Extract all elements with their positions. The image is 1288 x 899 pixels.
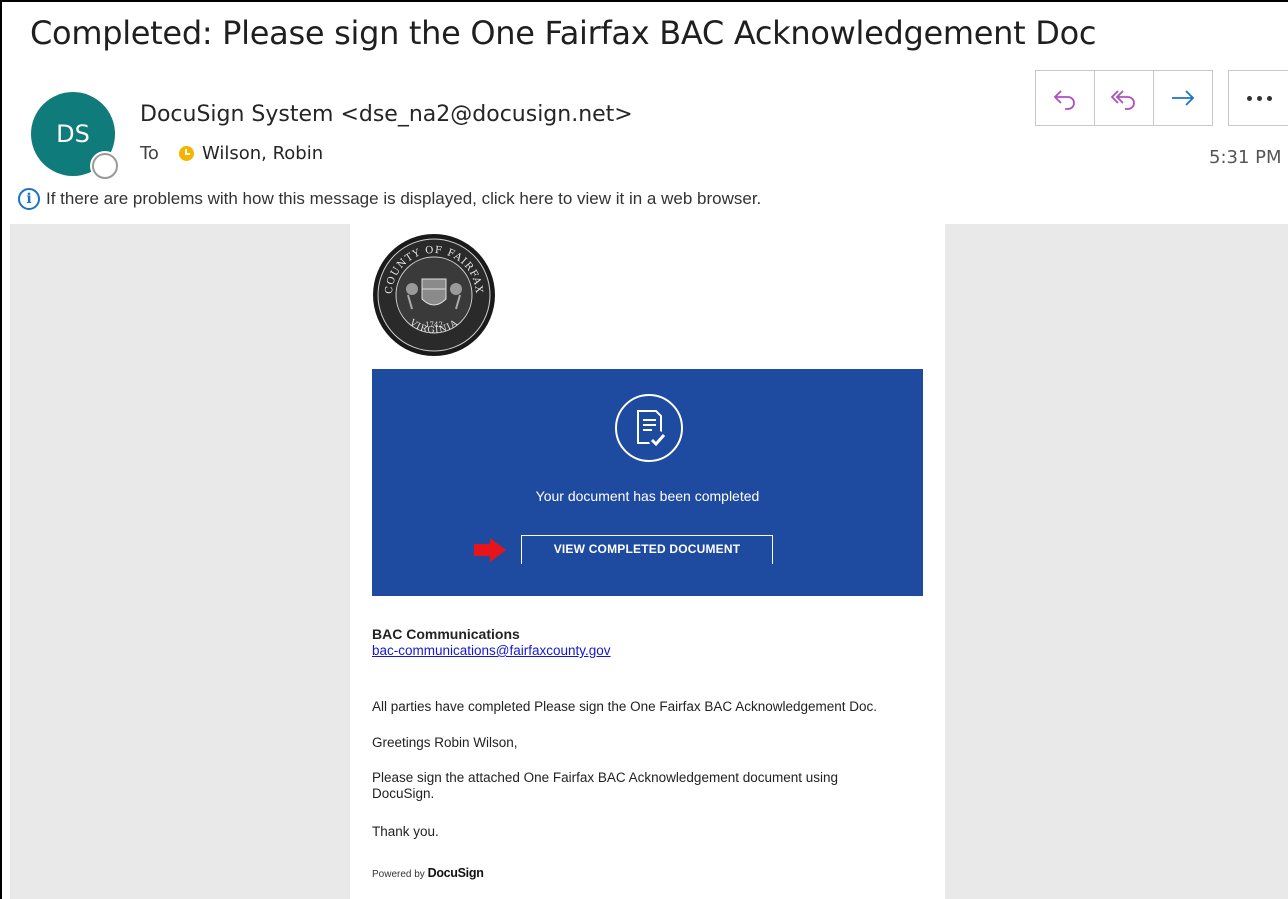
paragraph-thanks: Thank you. (372, 824, 439, 839)
reply-all-icon (1110, 90, 1135, 110)
sender[interactable]: DocuSign System <dse_na2@docusign.net> (140, 102, 633, 127)
red-arrow-icon (474, 538, 506, 562)
email-subject: Completed: Please sign the One Fairfax B… (30, 14, 1097, 52)
powered-by: Powered by DocuSign (372, 866, 484, 880)
forward-button[interactable] (1153, 70, 1213, 126)
clock-icon (178, 146, 194, 161)
powered-by-label: Powered by (372, 869, 425, 880)
reply-icon (1053, 90, 1075, 110)
avatar-initials: DS (56, 120, 90, 148)
paragraph-instructions: Please sign the attached One Fairfax BAC… (372, 770, 839, 801)
svg-text:1742: 1742 (425, 321, 443, 329)
presence-status-icon (92, 153, 118, 179)
more-button[interactable] (1228, 70, 1288, 126)
info-bar-text[interactable]: If there are problems with how this mess… (46, 189, 761, 209)
paragraph-greeting: Greetings Robin Wilson, (372, 735, 518, 750)
recipients-row: To Wilson, Robin (140, 143, 323, 164)
forward-icon (1172, 90, 1195, 106)
reply-button[interactable] (1035, 70, 1095, 126)
to-label: To (140, 143, 159, 164)
docusign-logo: DocuSign (427, 866, 484, 880)
action-toolbar (1035, 70, 1213, 126)
received-time: 5:31 PM (1209, 147, 1282, 168)
view-completed-document-button[interactable]: VIEW COMPLETED DOCUMENT (521, 535, 773, 564)
recipient-name[interactable]: Wilson, Robin (202, 143, 323, 164)
document-check-icon (615, 394, 683, 462)
info-icon: i (18, 188, 40, 210)
more-icon (1246, 95, 1252, 101)
hero-message: Your document has been completed (535, 488, 760, 504)
org-name: BAC Communications (372, 626, 520, 642)
org-email-link[interactable]: bac-communications@fairfaxcounty.gov (372, 643, 611, 658)
paragraph-status: All parties have completed Please sign t… (372, 699, 878, 714)
county-seal-logo: COUNTY OF FAIRFAX VIRGINIA 1742 (373, 234, 495, 356)
info-bar[interactable]: i If there are problems with how this me… (18, 188, 761, 210)
reply-all-button[interactable] (1094, 70, 1154, 126)
